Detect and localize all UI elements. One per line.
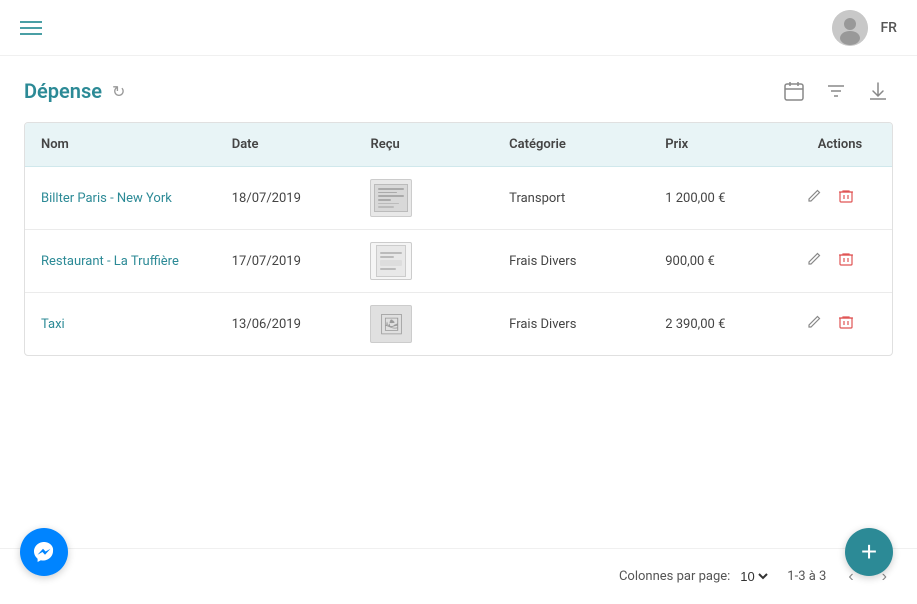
per-page-control: Colonnes par page: 10 25 50 bbox=[619, 568, 771, 585]
expense-link[interactable]: Billter Paris - New York bbox=[41, 191, 172, 206]
action-icons bbox=[804, 312, 876, 337]
table-row: Taxi 13/06/2019 🖼 Frais Divers 2 390,00 … bbox=[25, 293, 892, 356]
cell-prix: 2 390,00 € bbox=[649, 293, 788, 356]
messenger-button[interactable] bbox=[20, 528, 68, 576]
table-row: Billter Paris - New York 18/07/2019 Tran… bbox=[25, 167, 892, 230]
avatar bbox=[832, 10, 868, 46]
table-header-row: Nom Date Reçu Catégorie Prix Actions bbox=[25, 123, 892, 167]
cell-actions bbox=[788, 293, 892, 356]
per-page-label: Colonnes par page: bbox=[619, 569, 730, 584]
title-row: Dépense ↻ bbox=[24, 76, 893, 106]
footer: Colonnes par page: 10 25 50 1-3 à 3 ‹ › bbox=[0, 548, 917, 604]
col-header-prix: Prix bbox=[649, 123, 788, 167]
calendar-button[interactable] bbox=[779, 76, 809, 106]
cell-recu: 🖼 bbox=[354, 293, 493, 356]
download-button[interactable] bbox=[863, 76, 893, 106]
delete-button[interactable] bbox=[836, 312, 856, 337]
refresh-icon[interactable]: ↻ bbox=[112, 82, 125, 101]
cell-categorie: Frais Divers bbox=[493, 293, 649, 356]
delete-button[interactable] bbox=[836, 249, 856, 274]
add-button[interactable]: + bbox=[845, 528, 893, 576]
action-icons bbox=[804, 186, 876, 211]
menu-icon[interactable] bbox=[20, 21, 42, 35]
header: FR bbox=[0, 0, 917, 56]
expense-table: Nom Date Reçu Catégorie Prix Actions Bil… bbox=[24, 122, 893, 356]
cell-recu bbox=[354, 230, 493, 293]
cell-date: 18/07/2019 bbox=[216, 167, 355, 230]
pagination-info: 1-3 à 3 bbox=[787, 569, 826, 584]
title-actions bbox=[779, 76, 893, 106]
table-row: Restaurant - La Truffière 17/07/2019 Fra… bbox=[25, 230, 892, 293]
cell-date: 13/06/2019 bbox=[216, 293, 355, 356]
cell-date: 17/07/2019 bbox=[216, 230, 355, 293]
cell-nom: Restaurant - La Truffière bbox=[25, 230, 216, 293]
filter-button[interactable] bbox=[821, 76, 851, 106]
col-header-date: Date bbox=[216, 123, 355, 167]
edit-button[interactable] bbox=[804, 249, 824, 274]
delete-button[interactable] bbox=[836, 186, 856, 211]
cell-prix: 1 200,00 € bbox=[649, 167, 788, 230]
col-header-categorie: Catégorie bbox=[493, 123, 649, 167]
cell-nom: Billter Paris - New York bbox=[25, 167, 216, 230]
cell-recu bbox=[354, 167, 493, 230]
page-content: Dépense ↻ bbox=[0, 56, 917, 356]
per-page-select[interactable]: 10 25 50 bbox=[736, 568, 771, 585]
col-header-nom: Nom bbox=[25, 123, 216, 167]
cell-actions bbox=[788, 230, 892, 293]
language-label[interactable]: FR bbox=[880, 20, 897, 36]
col-header-recu: Reçu bbox=[354, 123, 493, 167]
edit-button[interactable] bbox=[804, 312, 824, 337]
cell-categorie: Frais Divers bbox=[493, 230, 649, 293]
title-left: Dépense ↻ bbox=[24, 79, 125, 103]
cell-actions bbox=[788, 167, 892, 230]
action-icons bbox=[804, 249, 876, 274]
page-title: Dépense bbox=[24, 79, 102, 103]
edit-button[interactable] bbox=[804, 186, 824, 211]
cell-categorie: Transport bbox=[493, 167, 649, 230]
col-header-actions: Actions bbox=[788, 123, 892, 167]
expense-link[interactable]: Taxi bbox=[41, 317, 65, 332]
cell-prix: 900,00 € bbox=[649, 230, 788, 293]
cell-nom: Taxi bbox=[25, 293, 216, 356]
header-right: FR bbox=[832, 10, 897, 46]
expense-link[interactable]: Restaurant - La Truffière bbox=[41, 254, 179, 269]
